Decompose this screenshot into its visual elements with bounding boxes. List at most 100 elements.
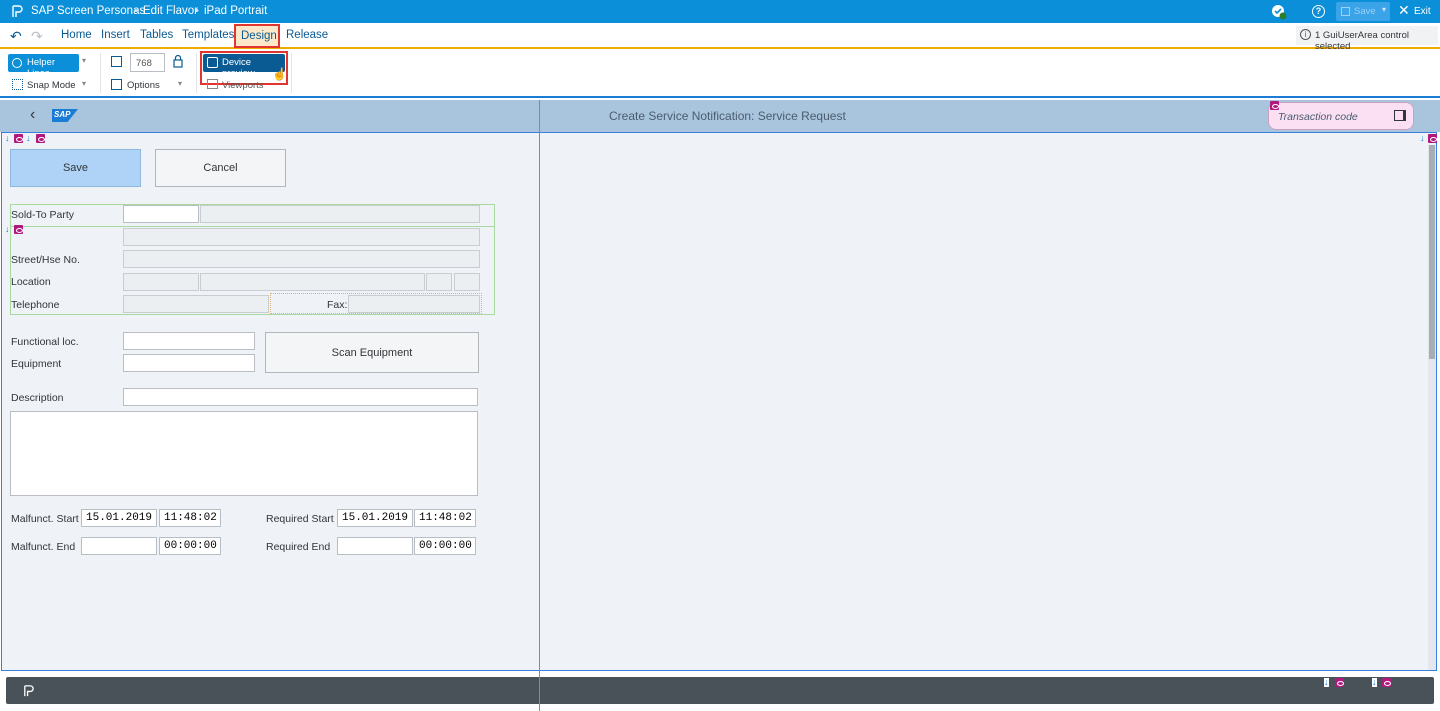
vertical-scrollbar[interactable] xyxy=(1428,145,1436,670)
footer-bar: ↓ ↓ xyxy=(6,677,1434,704)
snap-mode-icon xyxy=(12,79,23,90)
layout-icon xyxy=(111,56,122,67)
street-field xyxy=(123,250,480,268)
title-separator: • xyxy=(134,5,138,17)
city-field xyxy=(200,273,425,291)
chevron-down-icon[interactable]: ▾ xyxy=(178,79,182,88)
malfunct-start-date[interactable]: 15.01.2019 xyxy=(81,509,157,527)
fax-label: Fax: xyxy=(327,299,348,311)
gui-user-area[interactable]: ↓ ↓ ↓ Save Cancel ↓ Sold-To Party Street… xyxy=(1,132,1437,671)
info-icon: i xyxy=(1300,29,1311,40)
malfunct-start-date-value: 15.01.2019 xyxy=(86,512,153,524)
malfunct-start-time[interactable]: 11:48:02 xyxy=(159,509,221,527)
personas-logo-icon[interactable] xyxy=(22,684,35,697)
arrow-down-icon: ↓ xyxy=(1372,677,1377,687)
required-start-time[interactable]: 11:48:02 xyxy=(414,509,476,527)
redo-icon[interactable]: ↷ xyxy=(31,28,43,45)
malfunct-end-label: Malfunct. End xyxy=(11,541,76,553)
app-title: SAP Screen Personas xyxy=(31,5,146,17)
visibility-icon[interactable] xyxy=(1335,678,1344,687)
menu-release[interactable]: Release xyxy=(286,29,328,41)
selection-status: i 1 GuiUserArea control selected xyxy=(1296,26,1438,52)
required-end-time-value: 00:00:00 xyxy=(419,540,472,552)
equipment-input[interactable] xyxy=(123,354,255,372)
scan-equipment-label: Scan Equipment xyxy=(331,346,413,359)
divider xyxy=(291,53,292,93)
sold-to-party-input[interactable] xyxy=(123,205,199,223)
form-save-label: Save xyxy=(62,162,89,174)
malfunct-start-label: Malfunct. Start xyxy=(11,513,79,525)
menu-templates[interactable]: Templates xyxy=(182,29,234,41)
required-end-label: Required End xyxy=(266,541,331,553)
required-end-date[interactable] xyxy=(337,537,413,555)
sap-logo-text: SAP xyxy=(54,110,71,119)
exit-label[interactable]: Exit xyxy=(1414,6,1431,17)
flavor-title: iPad Portrait xyxy=(204,5,268,17)
required-start-date[interactable]: 15.01.2019 xyxy=(337,509,413,527)
malfunct-end-time[interactable]: 00:00:00 xyxy=(159,537,221,555)
fax-field xyxy=(348,295,480,313)
divider xyxy=(196,53,197,93)
malfunct-end-date[interactable] xyxy=(81,537,157,555)
device-preview-icon xyxy=(207,57,218,68)
menu-bar: ↶ ↷ Home Insert Tables Templates Design … xyxy=(0,23,1440,52)
save-label: Save xyxy=(1354,6,1376,17)
chevron-down-icon[interactable]: ▾ xyxy=(82,79,86,88)
personas-logo-icon xyxy=(10,4,24,18)
malfunct-start-time-value: 11:48:02 xyxy=(164,512,217,524)
options-label[interactable]: Options xyxy=(127,80,160,91)
form-save-button[interactable]: Save xyxy=(10,149,141,187)
back-icon[interactable]: ‹ xyxy=(30,106,35,124)
menu-design-tab[interactable]: Design xyxy=(234,24,280,48)
required-end-time[interactable]: 00:00:00 xyxy=(414,537,476,555)
description-label: Description xyxy=(11,392,64,404)
long-text-area[interactable] xyxy=(10,411,478,496)
visibility-icon[interactable] xyxy=(14,225,23,234)
cursor-hand-icon: ☝ xyxy=(272,67,287,81)
lock-icon[interactable] xyxy=(173,54,183,71)
chevron-down-icon[interactable]: ▾ xyxy=(1382,5,1386,14)
sold-to-party-name xyxy=(200,205,480,223)
street-label: Street/Hse No. xyxy=(11,254,80,266)
ribbon-toolbar: Helper Lines ▾ Snap Mode ▾ 768 Options ▾… xyxy=(0,49,1440,98)
transaction-code-field[interactable]: Transaction code xyxy=(1268,102,1414,130)
form-cancel-button[interactable]: Cancel xyxy=(155,149,286,187)
scrollbar-thumb[interactable] xyxy=(1429,145,1435,359)
region-field xyxy=(454,273,480,291)
visibility-icon[interactable] xyxy=(1382,678,1391,687)
telephone-label: Telephone xyxy=(11,299,60,311)
visibility-icon[interactable] xyxy=(14,134,23,143)
functional-loc-input[interactable] xyxy=(123,332,255,350)
undo-icon[interactable]: ↶ xyxy=(10,28,22,45)
title-separator: • xyxy=(195,5,199,17)
close-icon[interactable]: ✕ xyxy=(1398,3,1410,17)
helper-lines-icon xyxy=(12,58,22,68)
viewports-icon xyxy=(207,79,218,89)
description-input[interactable] xyxy=(123,388,478,406)
menu-home[interactable]: Home xyxy=(61,29,92,41)
viewports-label[interactable]: Viewports xyxy=(222,80,264,91)
equipment-label: Equipment xyxy=(11,358,62,370)
visibility-icon[interactable] xyxy=(36,134,45,143)
save-button[interactable]: Save ▾ xyxy=(1336,2,1390,21)
help-icon[interactable]: ? xyxy=(1312,5,1325,18)
location-label: Location xyxy=(11,276,51,288)
arrow-down-icon: ↓ xyxy=(1324,677,1329,687)
menu-tables[interactable]: Tables xyxy=(140,29,173,41)
scan-equipment-button[interactable]: Scan Equipment xyxy=(265,332,479,373)
helper-lines-button[interactable]: Helper Lines xyxy=(8,54,79,79)
enter-icon[interactable] xyxy=(1394,110,1406,121)
chevron-down-icon[interactable]: ▾ xyxy=(82,56,86,65)
width-value: 768 xyxy=(136,58,152,69)
check-status-icon[interactable] xyxy=(1271,4,1287,20)
options-icon xyxy=(111,79,122,90)
width-input[interactable]: 768 xyxy=(130,53,165,72)
menu-insert[interactable]: Insert xyxy=(101,29,130,41)
malfunct-end-time-value: 00:00:00 xyxy=(164,540,217,552)
visibility-icon[interactable] xyxy=(1270,101,1279,110)
snap-mode-label[interactable]: Snap Mode xyxy=(27,80,76,91)
menu-design: Design xyxy=(241,30,277,42)
visibility-icon[interactable] xyxy=(1428,134,1437,143)
viewport-guide-line xyxy=(539,100,540,711)
required-start-time-value: 11:48:02 xyxy=(419,512,472,524)
